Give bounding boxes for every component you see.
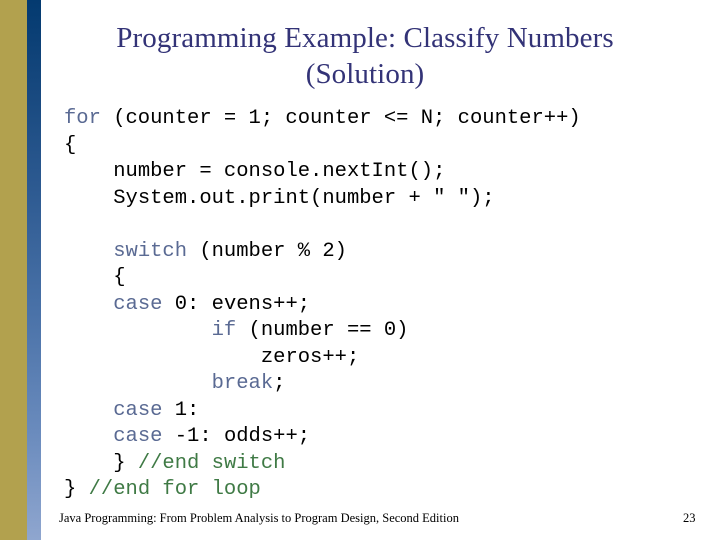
code-line: } //end for loop — [64, 477, 712, 504]
slide: Programming Example: Classify Numbers (S… — [0, 0, 720, 540]
code-line: case -1: odds++; — [64, 424, 712, 451]
code-keyword: switch — [113, 239, 188, 263]
code-text: (number == 0) — [236, 319, 409, 342]
code-line: { — [64, 133, 712, 160]
sidebar-blue-gradient-band — [27, 0, 41, 540]
code-text: 1: — [162, 398, 200, 422]
code-keyword: case — [113, 292, 163, 316]
code-keyword: break — [211, 372, 274, 395]
code-line: } //end switch — [64, 451, 712, 478]
page-title-line-2: (Solution) — [305, 58, 425, 90]
code-comment: //end switch — [137, 451, 286, 475]
code-keyword: case — [113, 398, 163, 422]
sidebar-gold-band — [0, 0, 27, 540]
code-text: number = console.nextInt(); — [113, 160, 446, 183]
code-line: case 0: evens++; — [64, 292, 712, 319]
code-keyword: if — [211, 319, 237, 342]
code-line: zeros++; — [64, 345, 712, 372]
code-keyword: case — [113, 425, 163, 448]
code-line: case 1: — [64, 398, 712, 425]
code-comment: //end for loop — [88, 478, 261, 501]
code-text: } — [64, 478, 89, 501]
code-text: ; — [273, 372, 286, 395]
code-block: for (counter = 1; counter <= N; counter+… — [64, 106, 712, 504]
page-title-line-1: Programming Example: Classify Numbers — [116, 22, 614, 54]
code-text: { — [113, 266, 126, 289]
code-keyword: for — [64, 107, 101, 130]
code-text: -1: odds++; — [162, 425, 311, 448]
code-text: System.out.print(number + " "); — [113, 186, 495, 210]
code-text: } — [113, 451, 138, 475]
code-line: System.out.print(number + " "); — [64, 186, 712, 213]
code-text: (counter = 1; counter <= N; counter++) — [100, 107, 581, 130]
code-line: { — [64, 265, 712, 292]
code-line: if (number == 0) — [64, 318, 712, 345]
footer-citation: Java Programming: From Problem Analysis … — [59, 511, 459, 525]
page-title: Programming Example: Classify Numbers (S… — [55, 20, 675, 92]
code-line: number = console.nextInt(); — [64, 159, 712, 186]
code-text: { — [64, 133, 77, 157]
footer-page-number: 23 — [683, 511, 696, 525]
code-text: (number % 2) — [187, 239, 347, 263]
code-line: for (counter = 1; counter <= N; counter+… — [64, 106, 712, 133]
code-text: 0: evens++; — [162, 292, 311, 316]
code-line: switch (number % 2) — [64, 239, 712, 266]
code-text: zeros++; — [260, 345, 360, 369]
code-line: break; — [64, 371, 712, 398]
